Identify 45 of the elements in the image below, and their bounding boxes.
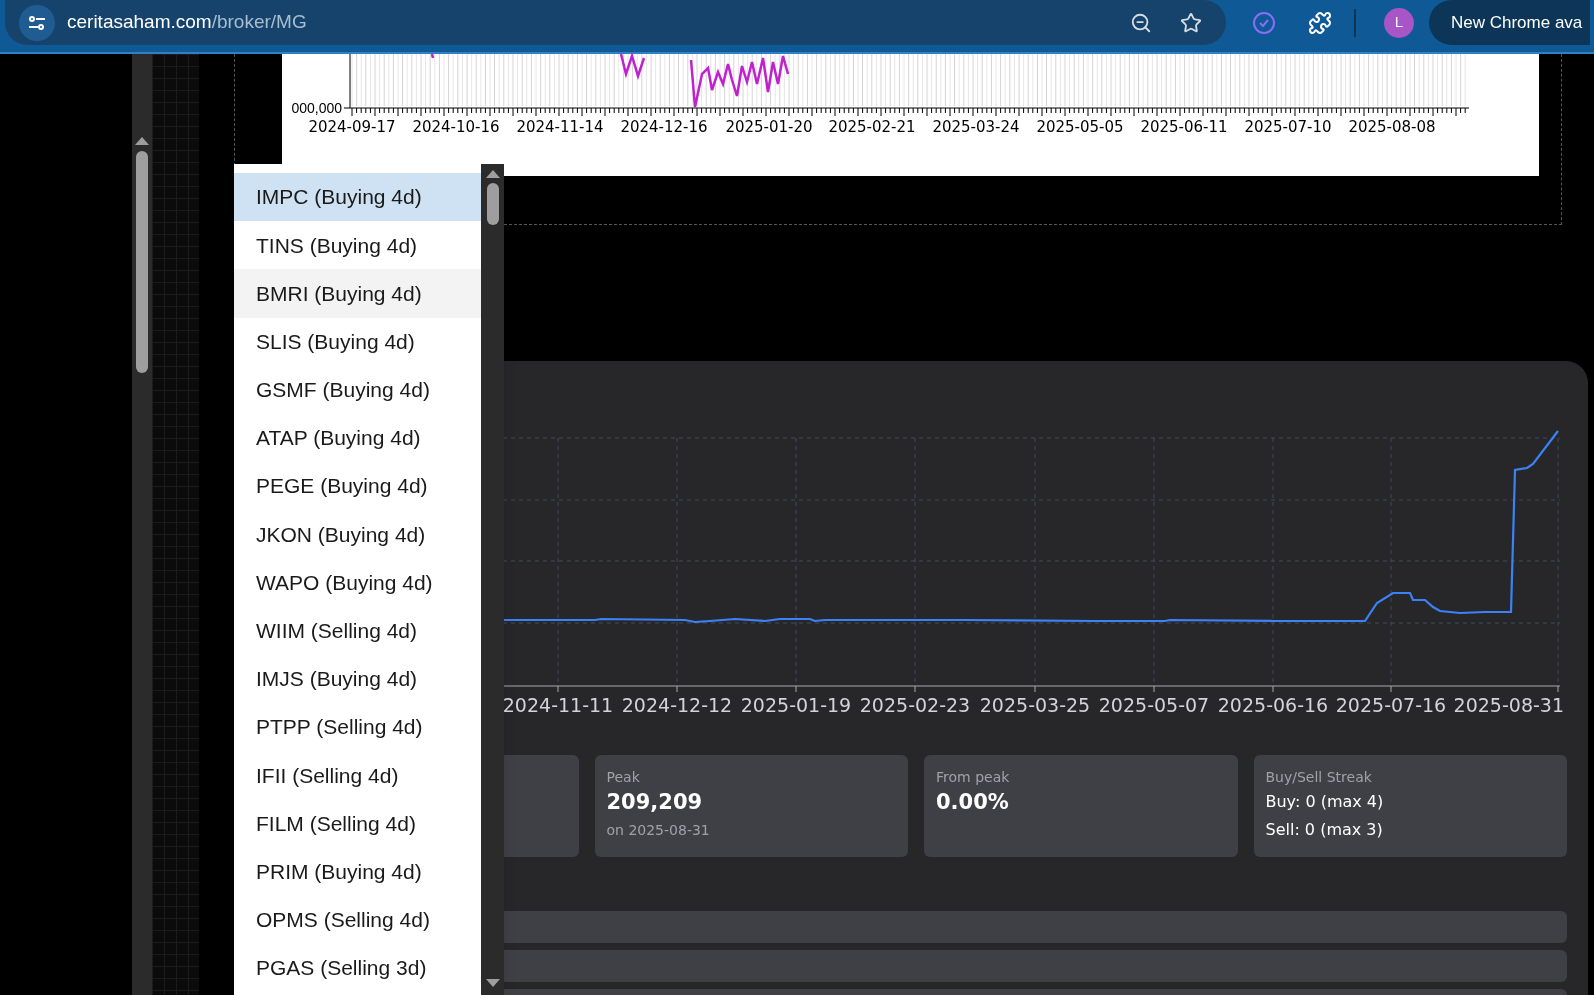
axis-label: 2024-11-11	[502, 694, 614, 716]
axis-label: 2025-06-16	[1217, 694, 1329, 716]
axis-label: 2025-07-10	[1244, 118, 1332, 136]
stat-label: Buy/Sell Streak	[1265, 768, 1373, 787]
scrollbar-thumb[interactable]	[486, 183, 499, 225]
stat-label: Peak	[606, 768, 641, 787]
axis-label: 2025-08-08	[1348, 118, 1436, 136]
stat-label: From peak	[936, 768, 1011, 787]
stat-note: on 2025-08-31	[606, 821, 711, 840]
axis-label: 2024-12-16	[620, 118, 708, 136]
axis-label: 2025-02-23	[859, 694, 971, 716]
axis-label: 000,000	[291, 100, 342, 116]
dropdown-option[interactable]: BMRI (Buying 4d)	[234, 269, 481, 318]
stat-value: 209,209	[606, 789, 704, 816]
axis-label: 2025-02-21	[828, 118, 916, 136]
stat-line: Buy: 0 (max 4)	[1265, 791, 1385, 813]
axis-label: 2025-01-19	[740, 694, 852, 716]
update-button[interactable]: New Chrome ava	[1429, 0, 1591, 45]
profile-avatar[interactable]: L	[1384, 7, 1414, 38]
axis-label: 2025-03-24	[932, 118, 1020, 136]
zoom-out-icon[interactable]	[1130, 11, 1152, 34]
axis-label: 2025-03-25	[979, 694, 1091, 716]
axis-label: 2025-05-07	[1098, 694, 1210, 716]
site-settings-icon[interactable]	[19, 4, 55, 41]
axis-label: 2025-08-31	[1453, 694, 1564, 716]
dropdown-option[interactable]: IMPC (Buying 4d)	[234, 173, 481, 222]
url-text[interactable]: ceritasaham.com/broker/MG	[67, 8, 307, 37]
axis-label: 2024-12-12	[621, 694, 733, 716]
clock-check-icon[interactable]	[1252, 10, 1276, 35]
scrollbar-thumb[interactable]	[136, 151, 149, 373]
axis-label: 2025-01-20	[725, 118, 813, 136]
scrollbar[interactable]	[481, 164, 504, 995]
axis-label: 2024-10-16	[412, 118, 500, 136]
extensions-icon[interactable]	[1308, 10, 1332, 35]
stat-value: 0.00%	[936, 789, 1010, 816]
address-bar[interactable]: ceritasaham.com/broker/MG	[5, 0, 1226, 45]
axis-label: 2025-07-16	[1335, 694, 1447, 716]
star-icon[interactable]	[1180, 11, 1202, 34]
scroll-down-icon[interactable]	[485, 979, 500, 987]
axis-label: 2025-05-05	[1036, 118, 1124, 136]
axis-label: 2024-11-14	[516, 118, 604, 136]
stat-line: Sell: 0 (max 3)	[1265, 819, 1384, 841]
axis-label: 2025-06-11	[1140, 118, 1228, 136]
scrollbar[interactable]	[132, 54, 153, 995]
axis-label: 2024-09-17	[308, 118, 396, 136]
